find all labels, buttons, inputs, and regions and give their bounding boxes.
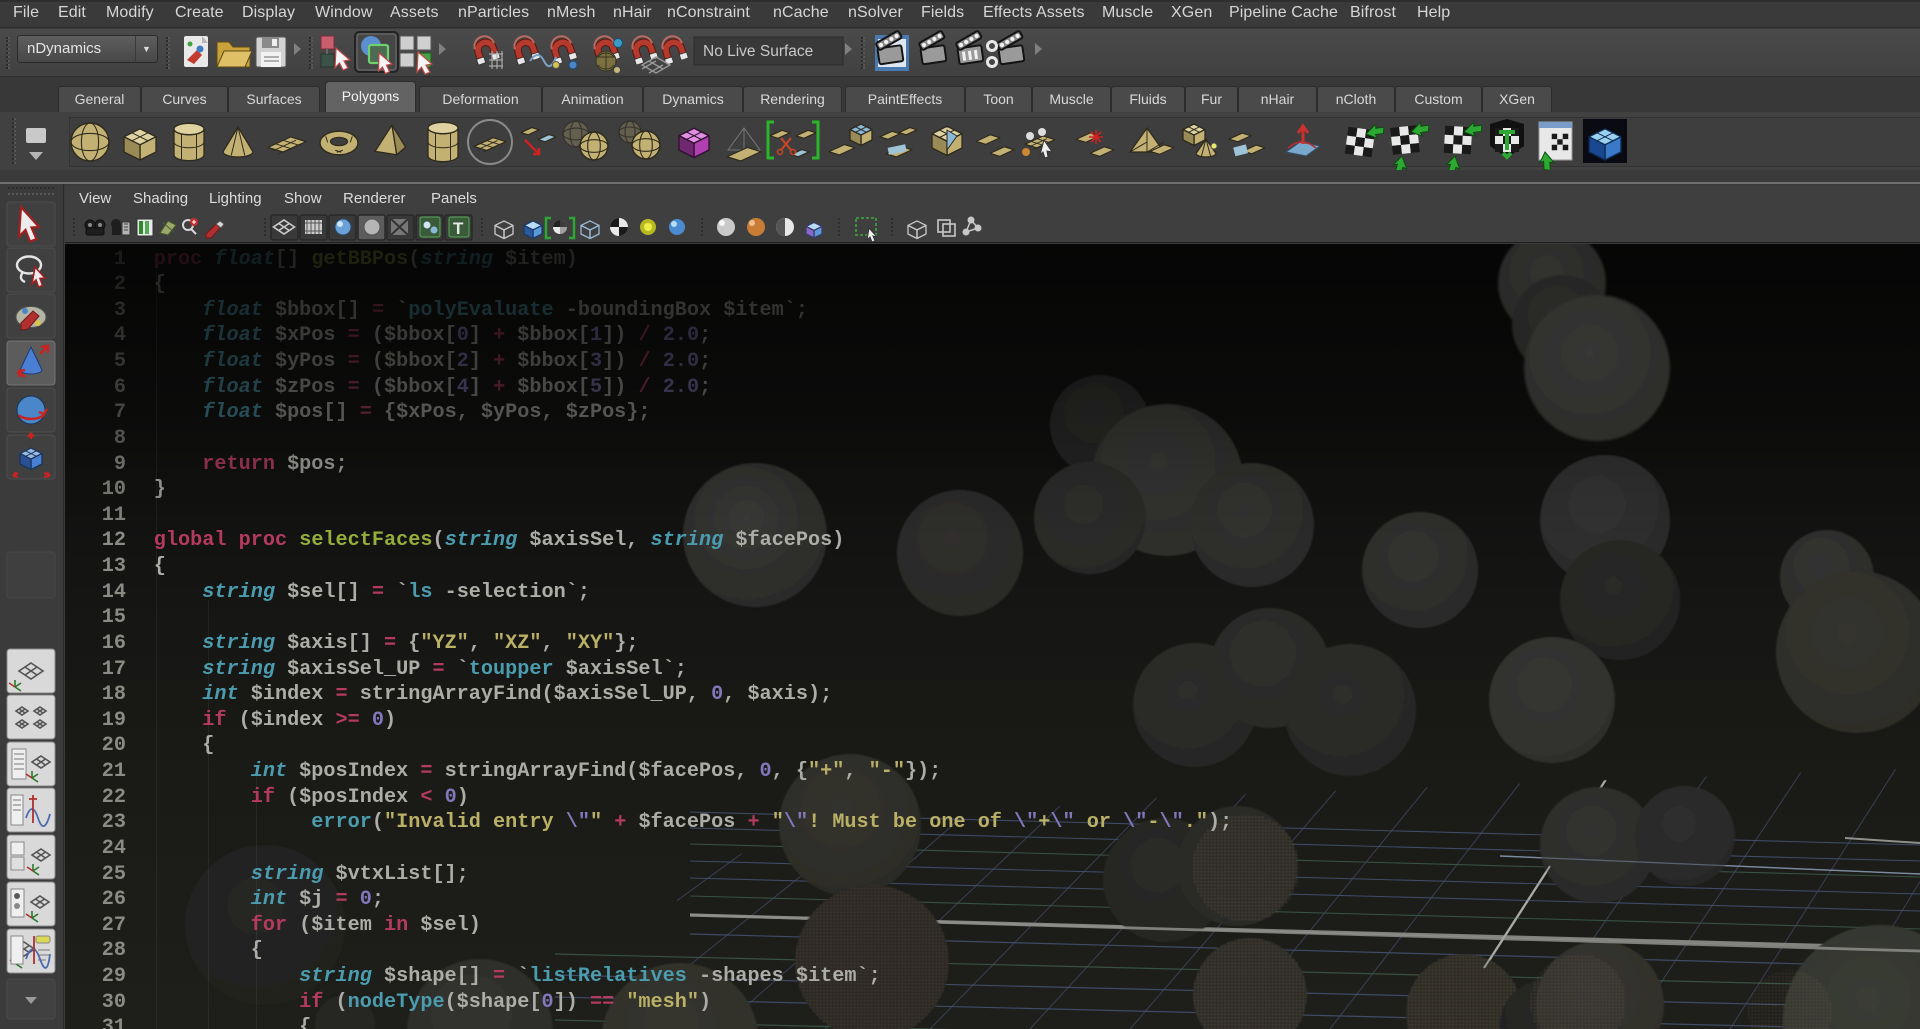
svg-text:T: T	[453, 219, 464, 238]
svg-text:No Live Surface: No Live Surface	[703, 43, 813, 60]
